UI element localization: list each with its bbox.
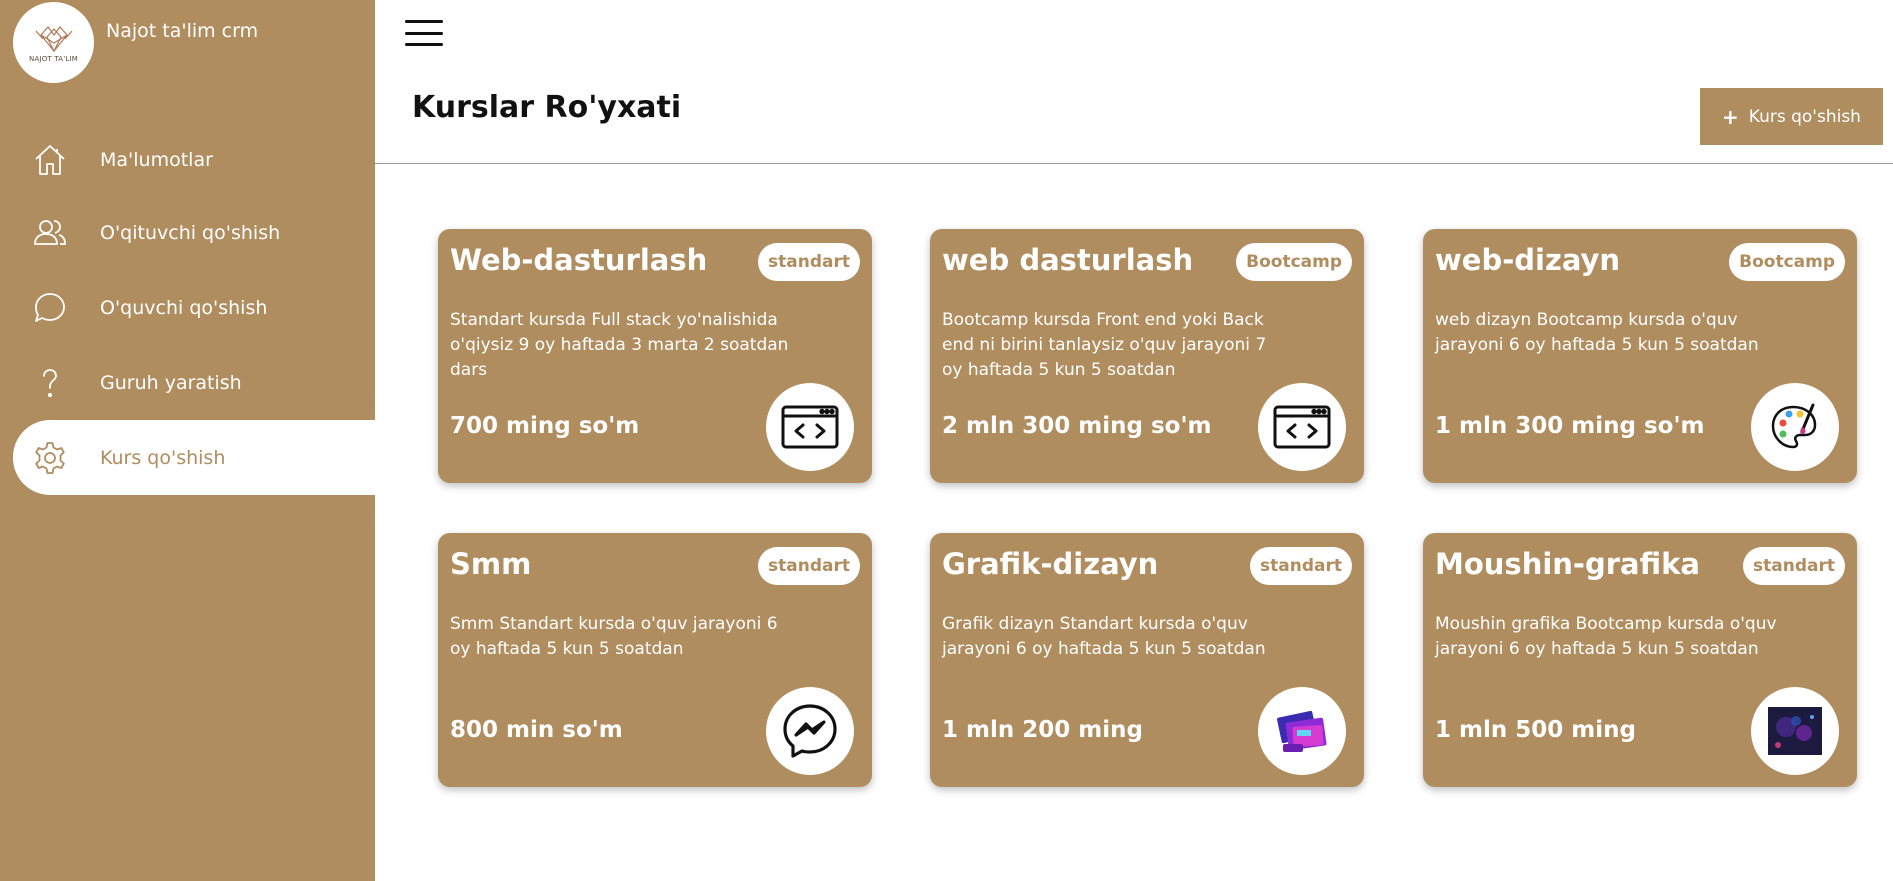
page-title: Kurslar Ro'yxati	[412, 90, 682, 125]
course-price: 1 mln 300 ming so'm	[1435, 413, 1705, 439]
sidebar-item-oquvchi-qoshish[interactable]: O'quvchi qo'shish	[0, 270, 375, 345]
course-description: web dizayn Bootcamp kursda o'quv jarayon…	[1435, 310, 1759, 355]
course-type-badge: standart	[758, 547, 860, 585]
course-title: Smm	[450, 547, 532, 581]
course-type-badge: standart	[1743, 547, 1845, 585]
course-description: Grafik dizayn Standart kursda o'quv jara…	[942, 614, 1266, 659]
course-card[interactable]: web dasturlash Bootcamp Bootcamp kursda …	[930, 229, 1364, 483]
course-type-badge: Bootcamp	[1236, 243, 1352, 281]
course-description: Moushin grafika Bootcamp kursda o'quv ja…	[1435, 614, 1777, 659]
app-root: NAJOT TA'LIM Najot ta'lim crm Ma'lumotla…	[0, 0, 1893, 881]
chat-bubble-icon	[32, 290, 68, 326]
course-description: Smm Standart kursda o'quv jarayoni 6 oy …	[450, 614, 778, 659]
course-card[interactable]: Moushin-grafika standart Moushin grafika…	[1423, 533, 1857, 787]
course-price: 700 ming so'm	[450, 413, 640, 439]
messenger-icon	[766, 687, 854, 775]
sidebar-item-malumotlar[interactable]: Ma'lumotlar	[0, 122, 375, 197]
sidebar-item-label: O'qituvchi qo'shish	[100, 221, 281, 244]
add-course-button[interactable]: + Kurs qo'shish	[1700, 88, 1883, 145]
course-price: 1 mln 200 ming	[942, 717, 1143, 743]
code-window-icon	[766, 383, 854, 471]
sidebar-item-label: Ma'lumotlar	[100, 148, 213, 171]
course-card[interactable]: web-dizayn Bootcamp web dizayn Bootcamp …	[1423, 229, 1857, 483]
course-type-badge: standart	[1250, 547, 1352, 585]
course-card[interactable]: Smm standart Smm Standart kursda o'quv j…	[438, 533, 872, 787]
code-window-icon	[1258, 383, 1346, 471]
logo-mark-icon	[35, 25, 72, 52]
graphic-design-image-icon	[1258, 687, 1346, 775]
course-type-badge: standart	[758, 243, 860, 281]
main-content: Kurslar Ro'yxati + Kurs qo'shish Web-das…	[375, 0, 1893, 881]
course-title: Grafik-dizayn	[942, 547, 1159, 581]
course-title: web-dizayn	[1435, 243, 1621, 277]
gear-icon	[32, 440, 68, 476]
motion-graphics-image-icon	[1751, 687, 1839, 775]
plus-icon: +	[1722, 104, 1739, 129]
course-title: Web-dasturlash	[450, 243, 708, 277]
home-icon	[32, 142, 68, 178]
app-name: Najot ta'lim crm	[106, 20, 259, 42]
course-price: 800 min so'm	[450, 717, 623, 743]
paint-palette-icon	[1751, 383, 1839, 471]
sidebar: NAJOT TA'LIM Najot ta'lim crm Ma'lumotla…	[0, 0, 375, 881]
course-price: 1 mln 500 ming	[1435, 717, 1636, 743]
logo-text: NAJOT TA'LIM	[29, 54, 78, 63]
course-card[interactable]: Web-dasturlash standart Standart kursda …	[438, 229, 872, 483]
question-icon	[32, 365, 68, 401]
sidebar-item-guruh-yaratish[interactable]: Guruh yaratish	[0, 345, 375, 420]
users-icon	[32, 215, 68, 251]
course-type-badge: Bootcamp	[1729, 243, 1845, 281]
header-divider	[375, 163, 1893, 164]
course-title: web dasturlash	[942, 243, 1194, 277]
course-title: Moushin-grafika	[1435, 547, 1700, 581]
sidebar-item-label: Guruh yaratish	[100, 371, 242, 394]
hamburger-menu-icon[interactable]	[405, 20, 443, 46]
sidebar-item-label: Kurs qo'shish	[100, 446, 226, 469]
sidebar-item-oqituvchi-qoshish[interactable]: O'qituvchi qo'shish	[0, 195, 375, 270]
course-description: Standart kursda Full stack yo'nalishida …	[450, 310, 789, 380]
add-course-button-label: Kurs qo'shish	[1748, 106, 1861, 127]
course-card[interactable]: Grafik-dizayn standart Grafik dizayn Sta…	[930, 533, 1364, 787]
sidebar-item-kurs-qoshish[interactable]: Kurs qo'shish	[13, 420, 375, 495]
logo[interactable]: NAJOT TA'LIM	[13, 2, 94, 83]
course-description: Bootcamp kursda Front end yoki Back end …	[942, 310, 1267, 380]
sidebar-bottom-panel	[0, 495, 375, 881]
sidebar-item-label: O'quvchi qo'shish	[100, 296, 268, 319]
course-price: 2 mln 300 ming so'm	[942, 413, 1212, 439]
